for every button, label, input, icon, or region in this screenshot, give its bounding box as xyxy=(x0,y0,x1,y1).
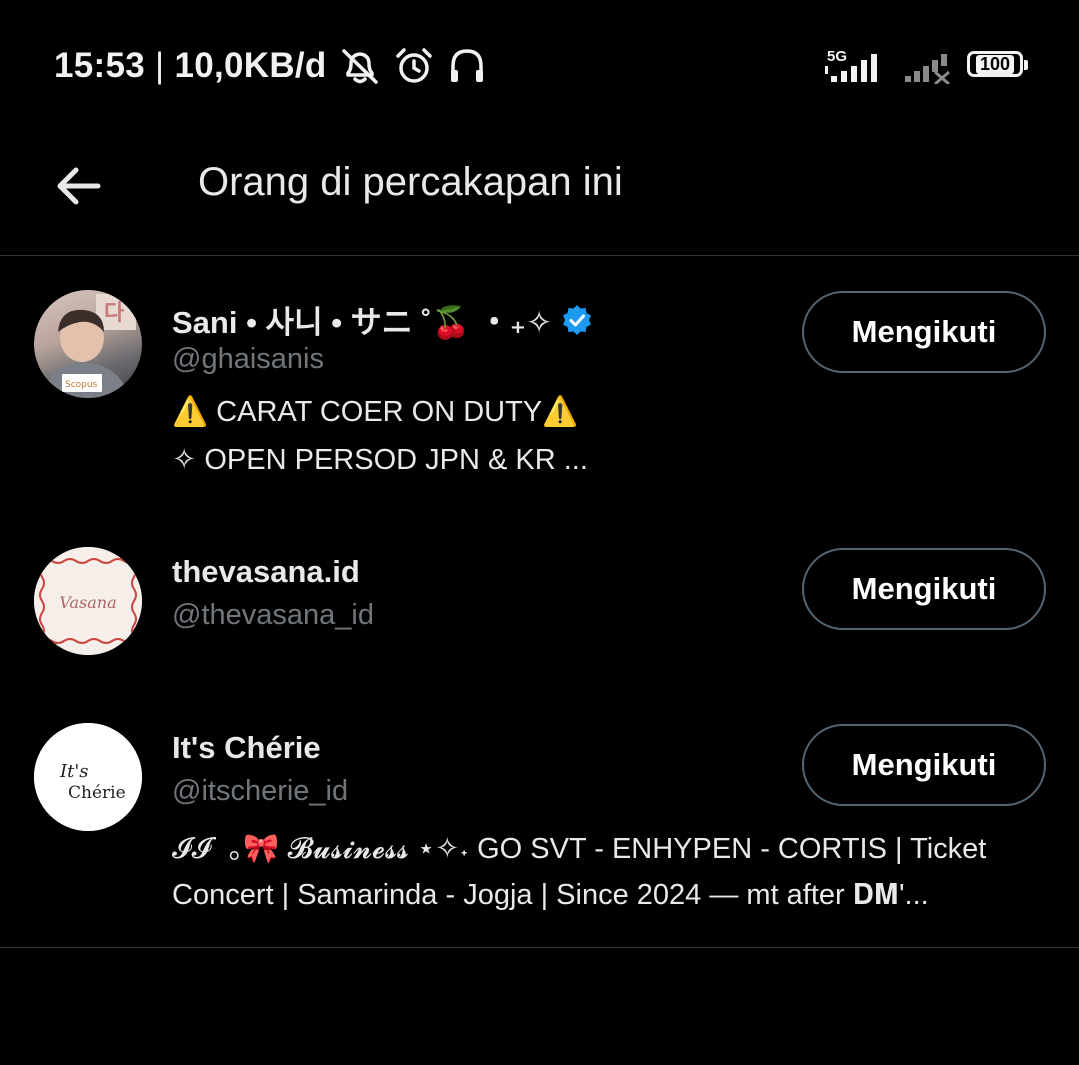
back-button[interactable] xyxy=(50,158,106,214)
list-divider xyxy=(0,947,1079,948)
avatar-logo-text: Vasana xyxy=(59,593,116,612)
signal-5g-icon: 5G xyxy=(821,44,889,84)
display-name[interactable]: It's Chérie xyxy=(172,730,321,766)
headphones-icon xyxy=(447,46,487,86)
avatar[interactable]: It's Chérie xyxy=(34,723,142,831)
avatar-logo: It's Chérie xyxy=(34,723,142,831)
user-handle: @itscherie_id xyxy=(172,775,349,807)
status-bar: 15:53 | 10,0KB/d 5G 100 xyxy=(0,0,1079,130)
user-handle: @ghaisanis xyxy=(172,343,324,375)
display-name[interactable]: Sani • 사니 • サニ ˚🍒 ・₊✧ xyxy=(172,297,552,342)
avatar-badge-text: Scopus xyxy=(65,380,98,390)
status-separator: | xyxy=(155,46,165,85)
status-right: 5G 100 xyxy=(821,44,1028,84)
svg-text:다: 다 xyxy=(104,301,125,326)
alarm-icon xyxy=(393,46,435,86)
user-bio-line: ⚠️ CARAT COER ON DUTY⚠️ xyxy=(172,396,579,428)
notifications-off-icon xyxy=(339,46,381,86)
battery-icon: 100 xyxy=(967,51,1028,77)
app-header: Orang di percakapan ini xyxy=(0,130,1079,256)
status-time: 15:53 xyxy=(54,46,146,85)
display-name[interactable]: thevasana.id xyxy=(172,554,360,590)
signal-no-service-icon xyxy=(903,44,953,84)
name-line: thevasana.id xyxy=(172,554,360,590)
avatar[interactable]: 다 Scopus xyxy=(34,290,142,398)
user-bio-line: ✧ OPEN PERSOD JPN & KR ... xyxy=(172,444,588,476)
screen: 15:53 | 10,0KB/d 5G 100 Orang di percaka… xyxy=(0,0,1079,1065)
arrow-left-icon xyxy=(57,167,101,205)
following-button[interactable]: Mengikuti xyxy=(802,548,1046,630)
user-handle: @thevasana_id xyxy=(172,599,374,631)
status-left: 15:53 | 10,0KB/d xyxy=(54,46,487,86)
name-line: Sani • 사니 • サニ ˚🍒 ・₊✧ xyxy=(172,297,592,342)
following-button[interactable]: Mengikuti xyxy=(802,724,1046,806)
name-line: It's Chérie xyxy=(172,730,321,766)
avatar-logo-text: It's xyxy=(59,761,89,782)
user-bio-line: 𝓘𝓘˙ ｡🎀 𝓑𝓾𝓼𝓲𝓷𝓮𝓼𝓼 ⋆✧˖ GO SVT - ENHYPEN - C… xyxy=(172,833,987,865)
avatar-logo: Vasana xyxy=(34,547,142,655)
avatar-photo: 다 Scopus xyxy=(44,294,136,398)
user-bio-line: Concert | Samarinda - Jogja | Since 2024… xyxy=(172,879,929,911)
net-speed: 10,0KB/d xyxy=(174,46,327,85)
page-title: Orang di percakapan ini xyxy=(198,160,623,204)
verified-badge-icon xyxy=(562,304,592,335)
avatar-logo-text: Chérie xyxy=(68,783,126,803)
following-button[interactable]: Mengikuti xyxy=(802,291,1046,373)
avatar[interactable]: Vasana xyxy=(34,547,142,655)
battery-level: 100 xyxy=(975,54,1015,74)
